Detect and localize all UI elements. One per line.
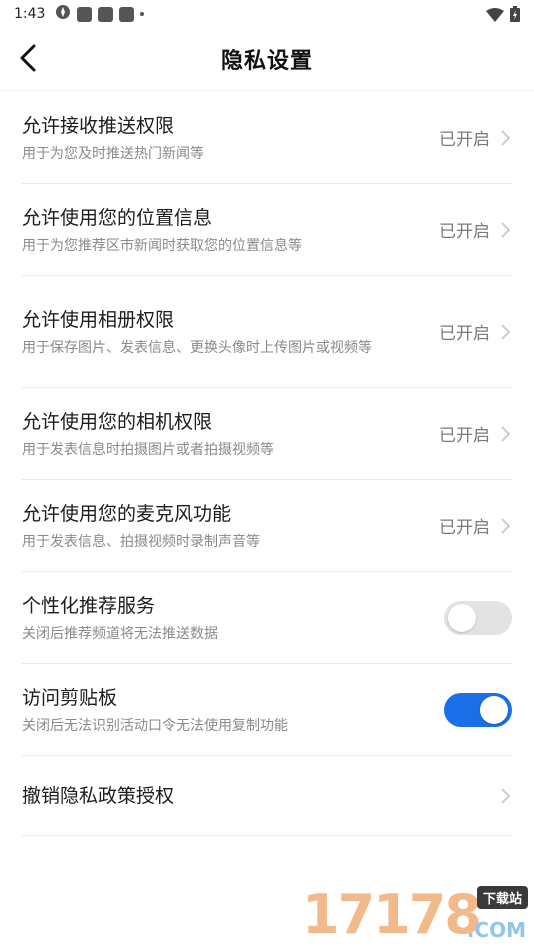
back-button[interactable]: [12, 42, 44, 74]
chevron-right-icon: [501, 129, 511, 146]
page-title: 隐私设置: [220, 49, 313, 74]
setting-title: 允许接收推送权限: [22, 114, 175, 137]
personalized-recommendation-toggle[interactable]: [444, 600, 512, 635]
app-notification-icon: [55, 4, 71, 24]
more-notifications-icon: [140, 12, 145, 16]
chevron-right-icon: [501, 221, 511, 238]
setting-description: 关闭后推荐频道将无法推送数据: [22, 625, 218, 642]
toggle-knob: [480, 695, 508, 724]
setting-row-microphone[interactable]: 允许使用您的麦克风功能 用于发表信息、拍摄视频时录制声音等 已开启: [22, 480, 512, 572]
chevron-right-icon: [501, 323, 511, 340]
setting-status: 已开启: [439, 130, 490, 150]
notification-icon: [77, 6, 93, 22]
setting-description: 用于为您推荐区市新闻时获取您的位置信息等: [22, 237, 302, 254]
watermark-tag: 下载站: [476, 886, 528, 909]
clipboard-access-toggle[interactable]: [444, 692, 512, 727]
status-bar: 1:43: [0, 0, 534, 28]
app-bar: 隐私设置: [0, 28, 534, 90]
setting-row-camera[interactable]: 允许使用您的相机权限 用于发表信息时拍摄图片或者拍摄视频等 已开启: [22, 388, 512, 480]
back-arrow-icon: [20, 44, 36, 72]
setting-row-push[interactable]: 允许接收推送权限 用于为您及时推送热门新闻等 已开启: [22, 92, 512, 184]
setting-row-location[interactable]: 允许使用您的位置信息 用于为您推荐区市新闻时获取您的位置信息等 已开启: [22, 184, 512, 276]
setting-title: 允许使用您的位置信息: [22, 206, 213, 229]
chevron-right-icon: [501, 787, 511, 804]
notification-icon: [119, 6, 135, 22]
setting-description: 关闭后无法识别活动口令无法使用复制功能: [22, 717, 288, 734]
setting-description: 用于为您及时推送热门新闻等: [22, 145, 204, 162]
status-time: 1:43: [14, 6, 46, 22]
setting-description: 用于发表信息时拍摄图片或者拍摄视频等: [22, 441, 274, 458]
setting-title: 允许使用相册权限: [22, 308, 175, 331]
setting-status: 已开启: [439, 426, 490, 446]
setting-description: 用于发表信息、拍摄视频时录制声音等: [22, 533, 260, 550]
chevron-right-icon: [501, 517, 511, 534]
battery-icon: [510, 6, 520, 26]
setting-description: 用于保存图片、发表信息、更换头像时上传图片或视频等: [22, 339, 372, 356]
wifi-icon: [486, 7, 504, 26]
setting-title: 允许使用您的麦克风功能: [22, 502, 232, 525]
setting-title: 访问剪贴板: [22, 686, 118, 709]
site-watermark: 17178 下载站 .COM: [302, 884, 528, 946]
setting-status: 已开启: [439, 324, 490, 344]
toggle-knob: [448, 603, 476, 632]
setting-title: 允许使用您的相机权限: [22, 410, 213, 433]
setting-row-clipboard: 访问剪贴板 关闭后无法识别活动口令无法使用复制功能: [22, 664, 512, 756]
setting-status: 已开启: [439, 222, 490, 242]
watermark-domain: .COM: [466, 918, 526, 942]
chevron-right-icon: [501, 425, 511, 442]
setting-title: 撤销隐私政策授权: [22, 784, 175, 807]
setting-title: 个性化推荐服务: [22, 594, 156, 617]
setting-status: 已开启: [439, 518, 490, 538]
setting-row-revoke[interactable]: 撤销隐私政策授权: [22, 756, 512, 836]
notification-icon: [98, 6, 114, 22]
setting-row-album[interactable]: 允许使用相册权限 用于保存图片、发表信息、更换头像时上传图片或视频等 已开启: [22, 276, 512, 388]
setting-row-personalized: 个性化推荐服务 关闭后推荐频道将无法推送数据: [22, 572, 512, 664]
settings-list: 允许接收推送权限 用于为您及时推送热门新闻等 已开启 允许使用您的位置信息 用于…: [0, 92, 534, 836]
watermark-digits: 17178: [302, 883, 482, 946]
